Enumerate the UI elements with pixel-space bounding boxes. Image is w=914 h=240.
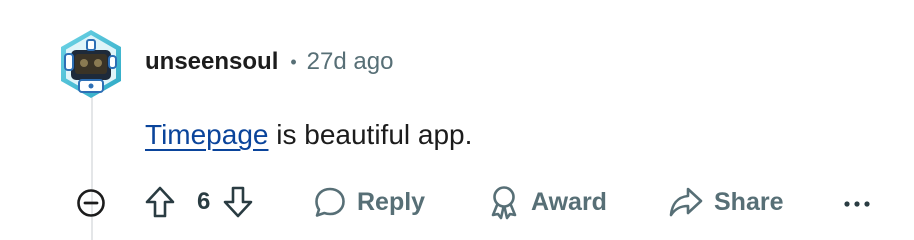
avatar[interactable] <box>57 26 125 102</box>
vote-score: 6 <box>197 188 211 215</box>
comment-meta: unseensoul • 27d ago <box>145 46 393 78</box>
ellipsis-icon <box>844 201 870 207</box>
comment-link[interactable]: Timepage <box>145 119 268 150</box>
share-arrow-icon <box>669 187 703 217</box>
meta-separator: • <box>290 51 297 72</box>
comment-text: is beautiful app. <box>268 119 473 150</box>
collapse-button[interactable] <box>75 187 107 219</box>
share-label: Share <box>714 187 784 216</box>
author-username[interactable]: unseensoul <box>145 48 278 76</box>
arrow-down-icon <box>224 186 253 218</box>
more-options-button[interactable] <box>838 188 876 220</box>
award-button[interactable]: Award <box>487 183 607 221</box>
vote-control: 6 <box>143 183 255 221</box>
comment-body: Timepage is beautiful app. <box>145 116 472 154</box>
speech-bubble-icon <box>315 187 345 217</box>
comment-actions: 6 Reply Award Share <box>0 178 914 224</box>
award-ribbon-icon <box>491 186 517 220</box>
minus-circle-icon <box>77 189 105 217</box>
comment: unseensoul • 27d ago Timepage is beautif… <box>0 0 914 240</box>
arrow-up-icon <box>145 186 175 218</box>
reply-label: Reply <box>357 187 426 216</box>
robot-avatar-icon <box>61 30 121 98</box>
reply-button[interactable]: Reply <box>313 183 425 221</box>
share-button[interactable]: Share <box>668 183 783 221</box>
downvote-button[interactable] <box>221 185 255 219</box>
comment-age[interactable]: 27d ago <box>307 48 394 76</box>
upvote-button[interactable] <box>143 185 177 219</box>
award-label: Award <box>531 187 607 216</box>
